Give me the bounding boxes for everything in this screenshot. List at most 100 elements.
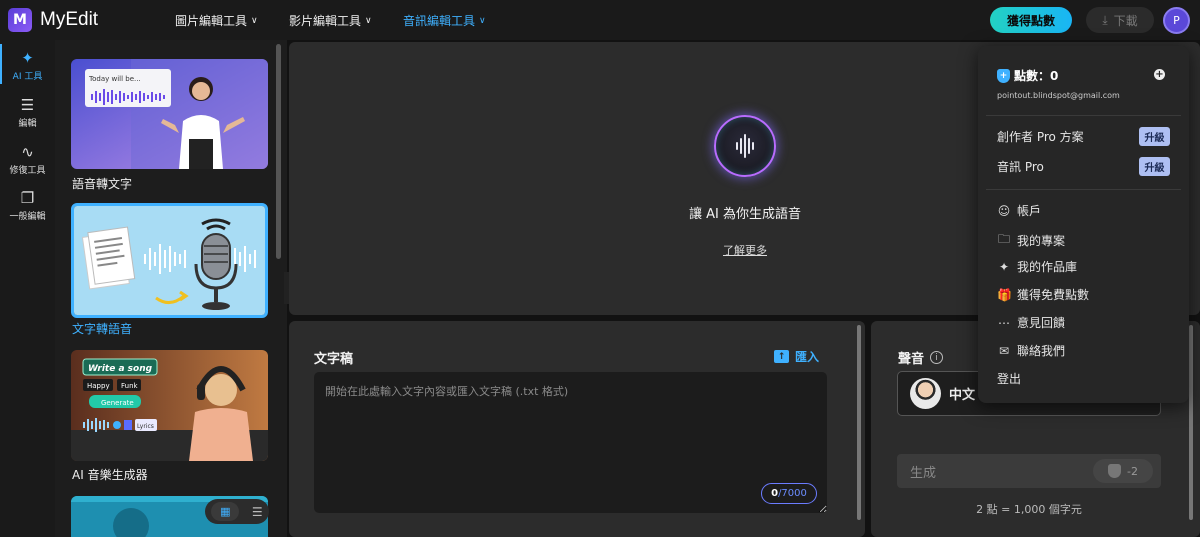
thumbnail-caption: Funk — [121, 382, 139, 390]
menu-item-my-projects[interactable]: 🗀 我的專案 — [997, 230, 1065, 251]
nav-video-tools[interactable]: 影片編輯工具 ∨ — [289, 12, 372, 29]
script-title: 文字稿 — [314, 352, 354, 367]
top-bar: M MyEdit 圖片編輯工具 ∨ 影片編輯工具 ∨ 音訊編輯工具 ∨ 獲得點數 ⤓ 下… — [0, 0, 1200, 40]
rail-item-general-edit[interactable]: ❐ 一般編輯 — [0, 190, 55, 222]
menu-divider — [986, 189, 1181, 190]
points-balance: + 點數：0 — [997, 67, 1058, 84]
upload-icon: ↑ — [774, 350, 789, 363]
grid-icon: ▦ — [220, 505, 231, 518]
rail-item-ai-tools[interactable]: ✦ AI 工具 — [0, 50, 55, 82]
generate-button[interactable]: 生成 -2 — [897, 454, 1161, 488]
menu-item-account[interactable]: ☺ 帳戶 — [997, 202, 1041, 219]
nav-label: 圖片編輯工具 — [175, 14, 248, 28]
magic-wand-icon: ✦ — [21, 49, 34, 67]
rail-item-edit[interactable]: ☰ 編輯 — [0, 97, 55, 129]
chevron-down-icon: ∨ — [365, 15, 372, 26]
script-textarea[interactable] — [314, 372, 827, 513]
nav-audio-tools[interactable]: 音訊編輯工具 ∨ — [403, 12, 486, 29]
add-credits-icon[interactable]: + — [1154, 69, 1165, 80]
rail-item-repair[interactable]: ∿ 修復工具 — [0, 144, 55, 176]
download-icon: ⤓ — [1102, 12, 1108, 27]
rail-label: 一般編輯 — [9, 212, 46, 222]
text-to-speech-thumbnail — [74, 206, 265, 315]
voice-title: 聲音 i — [898, 348, 944, 367]
tool-label-text-to-speech: 文字轉語音 — [72, 322, 133, 336]
thumbnail-caption: Write a song — [88, 364, 153, 374]
char-count-current: 0 — [771, 488, 779, 499]
thumbnail-caption: Happy — [87, 382, 110, 390]
menu-divider — [986, 115, 1181, 116]
rail-label: AI 工具 — [12, 72, 43, 82]
credit-shield-icon — [1108, 464, 1122, 478]
tools-scrollbar[interactable] — [276, 44, 281, 259]
ai-voice-orb — [714, 115, 776, 177]
waveform-repair-icon: ∿ — [21, 143, 34, 161]
list-view-button[interactable]: ☰ — [252, 505, 263, 519]
import-button[interactable]: ↑ 匯入 — [774, 348, 819, 365]
character-counter: 0/7000 — [761, 483, 817, 504]
menu-item-sign-out[interactable]: 登出 — [997, 370, 1021, 387]
folder-icon: 🗀 — [997, 232, 1010, 246]
menu-item-label: 帳戶 — [1017, 204, 1042, 218]
chevron-down-icon: ∨ — [251, 15, 258, 26]
plan-label: 音訊 Pro — [997, 160, 1044, 174]
download-button[interactable]: ⤓ 下載 — [1086, 7, 1154, 33]
menu-item-contact-us[interactable]: ✉ 聯絡我們 — [997, 342, 1065, 359]
account-dropdown-menu: + 點數：0 + pointout.blindspot@gmail.com 創作… — [978, 46, 1189, 403]
rail-label: 編輯 — [18, 119, 37, 129]
feedback-icon: ⋯ — [998, 315, 1010, 330]
learn-more-link[interactable]: 了解更多 — [695, 242, 795, 258]
app-title: MyEdit — [40, 9, 99, 30]
tool-card-text-to-speech[interactable] — [71, 203, 268, 318]
layers-icon: ❐ — [20, 189, 35, 207]
preview-title: 讓 AI 為你生成語音 — [689, 207, 801, 222]
credit-rate-note: 2 點 = 1,000 個字元 — [976, 503, 1082, 516]
upgrade-button[interactable]: 升級 — [1139, 157, 1170, 176]
generate-cost-badge: -2 — [1093, 459, 1153, 483]
nav-label: 影片編輯工具 — [289, 14, 362, 28]
tool-card-ai-music-generator[interactable]: Write a song Happy Funk Generate Lyrics — [71, 350, 268, 461]
tool-card-speech-to-text[interactable]: Today will be... — [71, 59, 268, 169]
script-panel: 文字稿 ↑ 匯入 0/7000 — [289, 321, 865, 537]
voice-avatar — [910, 378, 941, 409]
credit-shield-icon: + — [997, 68, 1010, 83]
mail-icon: ✉ — [998, 343, 1010, 358]
plan-label: 創作者 Pro 方案 — [997, 130, 1084, 144]
waveform-icon — [736, 134, 754, 158]
nav-image-tools[interactable]: 圖片編輯工具 ∨ — [175, 12, 258, 29]
user-icon: ☺ — [997, 203, 1011, 218]
menu-item-label: 聯絡我們 — [1017, 344, 1066, 358]
voice-scrollbar[interactable] — [1189, 325, 1193, 520]
menu-item-label: 意見回饋 — [1017, 316, 1066, 330]
nav-label: 音訊編輯工具 — [403, 14, 476, 28]
menu-item-feedback[interactable]: ⋯ 意見回饋 — [997, 314, 1065, 331]
sliders-icon: ☰ — [20, 96, 35, 114]
get-credits-button[interactable]: 獲得點數 — [990, 7, 1072, 33]
tools-panel: Today will be... 語音轉文字 文字轉語音 Write a son… — [55, 40, 287, 537]
user-avatar[interactable]: P — [1163, 7, 1190, 34]
tool-label-ai-music-generator: AI 音樂生成器 — [72, 468, 148, 482]
upgrade-button[interactable]: 升級 — [1139, 127, 1170, 146]
thumbnail-caption: Today will be... — [88, 75, 141, 83]
script-scrollbar[interactable] — [857, 325, 861, 520]
menu-item-label: 我的專案 — [1017, 234, 1066, 248]
info-icon[interactable]: i — [930, 351, 944, 364]
grid-view-button[interactable]: ▦ — [211, 502, 240, 521]
rail-label: 修復工具 — [9, 166, 46, 176]
menu-item-label: 獲得免費點數 — [1017, 288, 1090, 302]
app-logo[interactable]: M MyEdit — [8, 8, 98, 32]
menu-item-label: 我的作品庫 — [1017, 260, 1078, 274]
import-label: 匯入 — [795, 350, 820, 364]
menu-item-free-credits[interactable]: 🎁 獲得免費點數 — [997, 286, 1089, 303]
chevron-down-icon: ∨ — [479, 15, 486, 26]
plan-row-audio-pro: 音訊 Pro 升級 — [997, 157, 1170, 176]
view-toggle[interactable]: ▦ ☰ — [205, 499, 269, 524]
generate-label: 生成 — [910, 465, 937, 481]
menu-item-my-library[interactable]: ✦ 我的作品庫 — [997, 258, 1077, 275]
voice-language: 中文 — [949, 388, 976, 403]
left-rail: ✦ AI 工具 ☰ 編輯 ∿ 修復工具 ❐ 一般編輯 — [0, 40, 55, 537]
char-count-max: /7000 — [778, 488, 807, 499]
voice-title-label: 聲音 — [898, 352, 925, 367]
thumbnail-caption: Generate — [101, 399, 134, 407]
menu-item-label: 登出 — [997, 372, 1022, 386]
